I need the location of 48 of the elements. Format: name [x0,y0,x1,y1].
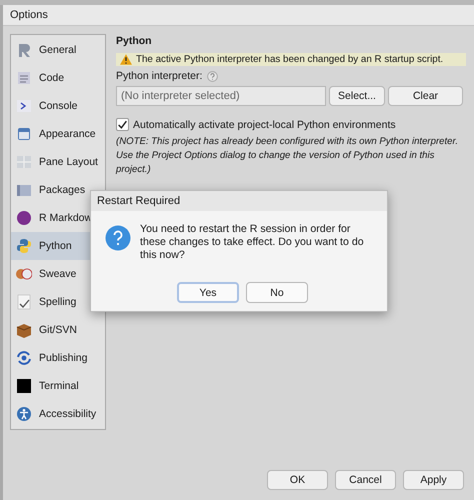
sidebar-item[interactable]: Appearance [11,120,97,148]
warning-text: The active Python interpreter has been changed by an R startup script. [136,54,444,65]
sidebar-item[interactable]: Sweave [11,260,78,288]
console-icon [16,98,32,114]
sidebar-item[interactable]: Code [11,64,66,92]
box-icon [16,322,32,338]
interpreter-field[interactable]: (No interpreter selected) [116,86,326,106]
warning-icon [120,54,132,65]
section-heading: Python [116,35,153,49]
dialog-button[interactable]: Cancel [335,470,396,490]
note-text: (NOTE: This project has already been configured with its own Python interpreter. Use the Project Options dialog to change the version of Python used in this project.) [116,135,459,177]
panel-button[interactable]: Clear [388,86,463,106]
sidebar-item[interactable]: Spelling [11,288,78,316]
sidebar-item[interactable]: Python [11,232,90,260]
help-icon[interactable] [207,70,218,82]
dialog-button[interactable]: No [246,282,308,303]
sidebar-item[interactable]: R Markdow [11,204,94,232]
sweave-icon [16,266,32,282]
r-icon [16,42,32,58]
markdown-icon [16,210,32,226]
layout-icon [16,154,32,170]
sidebar-item[interactable]: Console [11,92,79,120]
dialog-button[interactable]: Yes [177,282,239,303]
packages-icon [16,182,32,198]
field-label: Python interpreter: [116,70,202,82]
sidebar-item[interactable]: Git/SVN [11,316,78,344]
sidebar-item[interactable]: Terminal [11,372,80,400]
window-title: Options [10,9,48,21]
sidebar-item[interactable]: Accessibility [11,400,98,428]
dialog-button[interactable]: OK [267,470,328,490]
accessibility-icon [16,406,32,422]
question-icon [105,225,131,251]
spelling-icon [16,294,32,310]
dialog-title: Restart Required [97,195,180,207]
panel-button[interactable]: Select... [329,86,385,106]
dialog-button[interactable]: Apply [403,470,464,490]
code-icon [16,70,32,86]
checkbox-label: Automatically activate project-local Python environments [133,118,396,130]
sidebar-item[interactable]: Packages [11,176,86,204]
terminal-icon [16,378,32,394]
appearance-icon [16,126,32,142]
dialog-message: You need to restart the R session in order for these changes to take effect. Do you want to do this now? [140,223,365,262]
python-icon [16,238,32,254]
publishing-icon [16,350,32,366]
checkbox[interactable] [116,118,129,131]
sidebar-item[interactable]: General [11,36,78,64]
sidebar-item[interactable]: Publishing [11,344,88,372]
sidebar-item[interactable]: Pane Layout [11,148,99,176]
